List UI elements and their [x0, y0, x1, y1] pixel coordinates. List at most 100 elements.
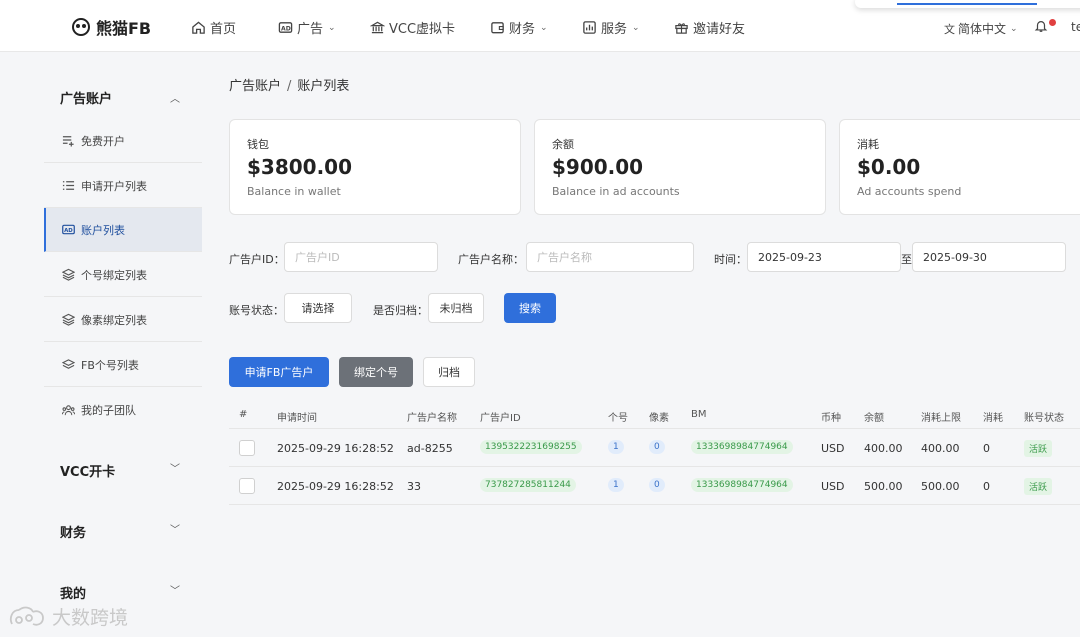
nav-finance[interactable]: 财务 ⌄: [490, 18, 548, 37]
sidebar-item-label: FB个号列表: [81, 358, 139, 372]
sidebar-item-account-list[interactable]: AD 账户列表: [44, 208, 202, 252]
bell-icon[interactable]: [1034, 19, 1048, 33]
column-header: 像素: [649, 413, 669, 424]
translate-icon: 文: [944, 22, 955, 36]
column-header: BM: [691, 409, 707, 420]
column-header: 广告户ID: [480, 413, 521, 424]
breadcrumb-parent[interactable]: 广告账户: [229, 79, 281, 94]
cell-pixel-count[interactable]: 0: [649, 478, 665, 492]
column-header: 个号: [608, 413, 628, 424]
archived-select[interactable]: 未归档: [428, 293, 484, 323]
status-select[interactable]: 请选择: [284, 293, 352, 323]
chevron-down-icon[interactable]: ﹀: [170, 582, 180, 597]
nav-ads[interactable]: AD 广告 ⌄: [278, 18, 336, 37]
table-row[interactable]: 2025-09-29 16:28:52 33 737827285811244 1…: [229, 467, 1080, 505]
sidebar-item-fb-personal[interactable]: FB个号列表: [44, 343, 202, 387]
card-value: $900.00: [552, 155, 644, 179]
column-header: 币种: [821, 413, 841, 424]
dropdown-popup: [855, 0, 1080, 8]
sidebar-item-label: 申请开户列表: [81, 179, 147, 193]
list-icon: [62, 181, 75, 190]
breadcrumb-current: 账户列表: [297, 79, 350, 94]
date-from-input[interactable]: [747, 242, 901, 272]
sidebar-item-sub-team[interactable]: 我的子团队: [44, 388, 202, 432]
cell-bm[interactable]: 1333698984774964: [691, 440, 793, 454]
sidebar-section-finance[interactable]: 财务: [60, 522, 86, 541]
cell-currency: USD: [821, 480, 845, 493]
table-row[interactable]: 2025-09-29 16:28:52 ad-8255 139532223169…: [229, 429, 1080, 467]
brand-name: 熊猫FB: [96, 19, 152, 38]
sidebar-item-label: 我的子团队: [81, 404, 136, 417]
cell-personal-count[interactable]: 1: [608, 478, 624, 492]
row-checkbox[interactable]: [239, 478, 255, 494]
language-selector[interactable]: 文 简体中文 ⌄: [944, 20, 1018, 37]
date-to-input[interactable]: [912, 242, 1066, 272]
brand-logo[interactable]: 熊猫FB: [72, 15, 151, 39]
status-badge: 活跃: [1024, 440, 1053, 457]
cell-pixel-count[interactable]: 0: [649, 440, 665, 454]
top-navbar: 熊猫FB 首页 AD 广告 ⌄ VCC虚拟卡 财务 ⌄ 服务 ⌄ 邀请好友 文 …: [0, 0, 1080, 52]
breadcrumb: 广告账户 / 账户列表: [229, 75, 349, 94]
watermark-text: 大数跨境: [52, 607, 129, 629]
sidebar-item-apply-list[interactable]: 申请开户列表: [44, 164, 202, 208]
search-button[interactable]: 搜索: [504, 293, 556, 323]
table-header: # 申请时间 广告户名称 广告户ID 个号 像素 BM 币种 余额 消耗上限 消…: [229, 400, 1080, 429]
cell-spend-limit: 400.00: [921, 442, 960, 455]
column-header: 广告户名称: [407, 413, 457, 424]
archived-label: 是否归档：: [373, 304, 428, 317]
nav-vcc[interactable]: VCC虚拟卡: [370, 18, 455, 37]
svg-text:AD: AD: [281, 25, 291, 32]
bind-personal-button[interactable]: 绑定个号: [339, 357, 413, 387]
status-badge: 活跃: [1024, 478, 1053, 495]
chart-icon: [583, 21, 596, 34]
archive-button[interactable]: 归档: [423, 357, 475, 387]
sidebar-item-personal-bind[interactable]: 个号绑定列表: [44, 253, 202, 297]
balance-card: 余额 $900.00 Balance in ad accounts: [534, 119, 826, 215]
user-menu[interactable]: te: [1071, 20, 1080, 34]
wallet-icon: [491, 22, 504, 34]
column-header: #: [239, 409, 248, 420]
card-subtitle: Ad accounts spend: [857, 185, 962, 198]
sidebar-section-ad-accounts[interactable]: 广告账户: [60, 88, 112, 107]
language-label: 简体中文: [958, 22, 1007, 36]
sidebar-section-mine[interactable]: 我的: [60, 583, 86, 602]
sidebar-item-pixel-bind[interactable]: 像素绑定列表: [44, 298, 202, 342]
ad-icon: AD: [62, 224, 75, 235]
home-icon: [192, 21, 205, 34]
layers-icon: [62, 313, 75, 326]
row-checkbox[interactable]: [239, 440, 255, 456]
list-add-icon: [62, 136, 74, 147]
notification-dot: [1049, 19, 1056, 26]
chevron-down-icon[interactable]: ﹀: [170, 521, 180, 536]
cell-account-id[interactable]: 737827285811244: [480, 478, 576, 492]
column-header: 消耗上限: [921, 413, 961, 424]
sidebar-item-free-open[interactable]: 免费开户: [44, 119, 202, 163]
nav-invite[interactable]: 邀请好友: [674, 18, 745, 37]
ad-name-input[interactable]: [526, 242, 694, 272]
card-label: 余额: [552, 138, 574, 151]
column-header: 余额: [864, 413, 884, 424]
breadcrumb-separator: /: [287, 79, 292, 94]
cell-spend-limit: 500.00: [921, 480, 960, 493]
sidebar-item-label: 账户列表: [81, 223, 125, 237]
chevron-down-icon: ⌄: [1010, 23, 1018, 34]
ad-icon: AD: [278, 22, 293, 33]
ad-id-input[interactable]: [284, 242, 438, 272]
layers-icon: [62, 268, 75, 281]
cell-account-id[interactable]: 1395322231698255: [480, 440, 582, 454]
apply-fb-account-button[interactable]: 申请FB广告户: [229, 357, 329, 387]
sidebar-section-vcc[interactable]: VCC开卡: [60, 461, 115, 480]
team-icon: [62, 404, 75, 415]
cell-time: 2025-09-29 16:28:52: [277, 480, 394, 493]
cell-bm[interactable]: 1333698984774964: [691, 478, 793, 492]
chevron-up-icon[interactable]: ︿: [170, 90, 180, 105]
ad-name-label: 广告户名称：: [458, 253, 524, 266]
archived-select-value: 未归档: [439, 302, 473, 315]
nav-ads-label: 广告: [297, 22, 324, 37]
chevron-down-icon[interactable]: ﹀: [170, 460, 180, 475]
column-header: 申请时间: [277, 413, 317, 424]
nav-home[interactable]: 首页: [191, 18, 236, 37]
panda-icon: [72, 18, 90, 36]
nav-service[interactable]: 服务 ⌄: [582, 18, 640, 37]
cell-personal-count[interactable]: 1: [608, 440, 624, 454]
